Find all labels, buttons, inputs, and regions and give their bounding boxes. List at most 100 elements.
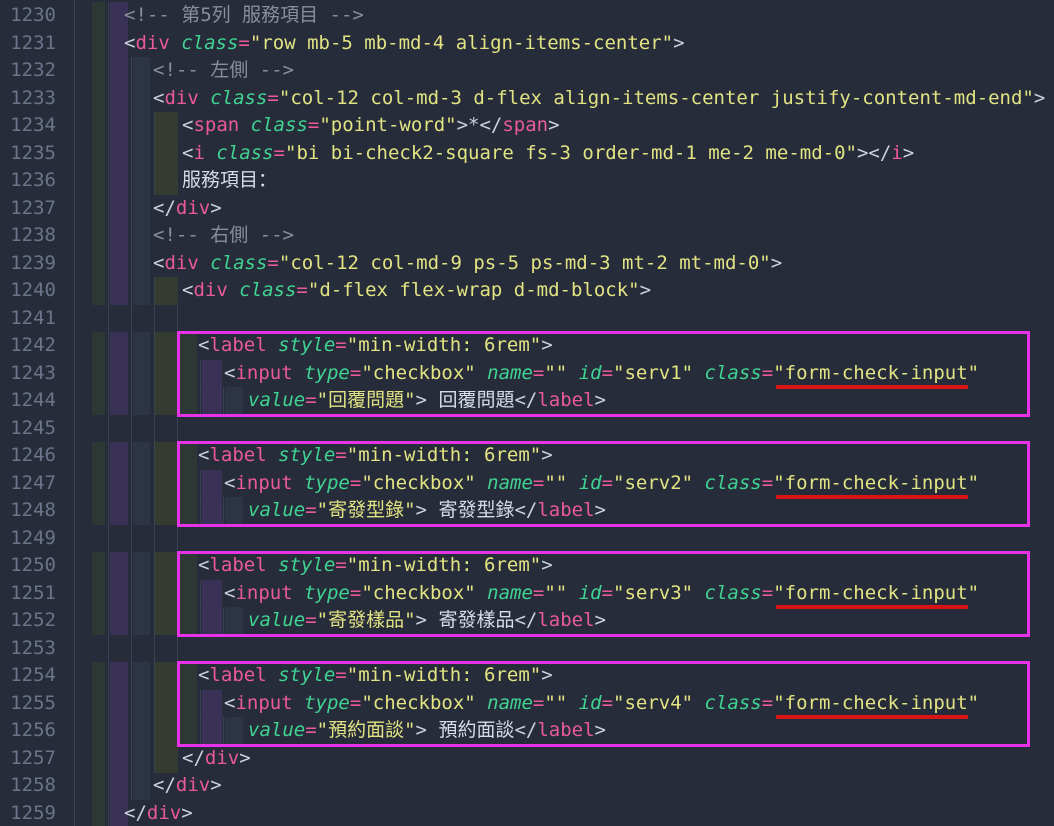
indent-rainbow-block xyxy=(110,470,128,498)
code-line[interactable]: 1258</div> xyxy=(0,772,1054,800)
token-tag: div xyxy=(135,32,169,54)
code-line[interactable]: 1235<i class="bi bi-check2-square fs-3 o… xyxy=(0,140,1054,168)
token-attribute: class xyxy=(228,279,297,301)
line-number[interactable]: 1242 xyxy=(0,332,56,360)
line-number[interactable]: 1259 xyxy=(0,800,56,826)
line-number[interactable]: 1258 xyxy=(0,772,56,800)
indent-rainbow-block xyxy=(92,277,105,305)
indent-rainbow-block xyxy=(110,745,128,773)
line-number[interactable]: 1257 xyxy=(0,745,56,773)
indent-rainbow-block xyxy=(155,360,178,388)
line-number[interactable]: 1252 xyxy=(0,607,56,635)
indent-rainbow-block xyxy=(155,140,178,168)
indent-guide-line xyxy=(131,305,132,333)
indent-rainbow-block xyxy=(133,250,150,278)
token-tag: div xyxy=(176,774,210,796)
code-line[interactable]: 1253 xyxy=(0,635,1054,663)
line-number[interactable]: 1249 xyxy=(0,525,56,553)
indent-rainbow-block xyxy=(110,195,128,223)
indent-rainbow-block xyxy=(110,552,128,580)
indent-guide-line xyxy=(131,662,132,690)
line-number[interactable]: 1251 xyxy=(0,580,56,608)
indent-rainbow-block xyxy=(110,112,128,140)
line-number[interactable]: 1240 xyxy=(0,277,56,305)
code-line[interactable]: 1231<div class="row mb-5 mb-md-4 align-i… xyxy=(0,30,1054,58)
line-number[interactable]: 1232 xyxy=(0,57,56,85)
line-number[interactable]: 1231 xyxy=(0,30,56,58)
indent-rainbow-block xyxy=(155,662,178,690)
code-line[interactable]: 1239<div class="col-12 col-md-9 ps-5 ps-… xyxy=(0,250,1054,278)
code-text: <!-- 右側 --> xyxy=(153,222,294,250)
indent-guide-line xyxy=(154,552,155,580)
code-text: <!-- 第5列 服務項目 --> xyxy=(124,2,364,30)
indent-rainbow-block xyxy=(155,167,178,195)
token-comment: <!-- 第5列 服務項目 --> xyxy=(124,4,364,26)
line-number[interactable]: 1230 xyxy=(0,2,56,30)
indent-guide-line xyxy=(154,717,155,745)
indent-guide-line xyxy=(108,57,109,85)
line-number[interactable]: 1243 xyxy=(0,360,56,388)
line-number[interactable]: 1254 xyxy=(0,662,56,690)
line-number[interactable]: 1250 xyxy=(0,552,56,580)
line-number[interactable]: 1255 xyxy=(0,690,56,718)
code-line[interactable]: 1233<div class="col-12 col-md-3 d-flex a… xyxy=(0,85,1054,113)
indent-rainbow-block xyxy=(133,662,150,690)
line-number[interactable]: 1236 xyxy=(0,167,56,195)
indent-rainbow-block xyxy=(133,497,150,525)
token-punctuation: < xyxy=(124,32,135,54)
token-tag: div xyxy=(205,747,239,769)
line-number[interactable]: 1241 xyxy=(0,305,56,333)
indent-rainbow-block xyxy=(92,470,105,498)
code-line[interactable]: 1245 xyxy=(0,415,1054,443)
indent-guide-line xyxy=(108,195,109,223)
indent-guide-line xyxy=(108,580,109,608)
token-tag: = xyxy=(308,114,319,136)
line-number[interactable]: 1238 xyxy=(0,222,56,250)
line-number[interactable]: 1235 xyxy=(0,140,56,168)
code-line[interactable]: 1234<span class="point-word">*</span> xyxy=(0,112,1054,140)
line-number[interactable]: 1239 xyxy=(0,250,56,278)
code-line[interactable]: 1238 <!-- 右側 --> xyxy=(0,222,1054,250)
indent-guide-line xyxy=(177,525,178,553)
indent-rainbow-block xyxy=(155,277,178,305)
indent-rainbow-block xyxy=(133,470,150,498)
code-line[interactable]: 1240<div class="d-flex flex-wrap d-md-bl… xyxy=(0,277,1054,305)
line-number[interactable]: 1256 xyxy=(0,717,56,745)
code-line[interactable]: 1259 </div> xyxy=(0,800,1054,826)
indent-rainbow-block xyxy=(155,552,178,580)
code-line[interactable]: 1236服務項目： xyxy=(0,167,1054,195)
line-number[interactable]: 1247 xyxy=(0,470,56,498)
indent-rainbow-block xyxy=(110,85,128,113)
line-number[interactable]: 1248 xyxy=(0,497,56,525)
indent-guide-line xyxy=(131,552,132,580)
indent-rainbow-block xyxy=(133,277,150,305)
token-punctuation: < xyxy=(153,87,164,109)
token-punctuation: < xyxy=(182,279,193,301)
line-number[interactable]: 1234 xyxy=(0,112,56,140)
code-line[interactable]: 1230 <!-- 第5列 服務項目 --> xyxy=(0,2,1054,30)
line-number[interactable]: 1246 xyxy=(0,442,56,470)
line-number[interactable]: 1253 xyxy=(0,635,56,663)
code-text: </div> xyxy=(124,800,193,826)
code-line[interactable]: 1237</div> xyxy=(0,195,1054,223)
indent-rainbow-block xyxy=(92,167,105,195)
code-line[interactable]: 1257</div> xyxy=(0,745,1054,773)
token-punctuation: > xyxy=(640,279,651,301)
indent-rainbow-block xyxy=(133,772,150,800)
token-attribute: class xyxy=(205,142,274,164)
line-number[interactable]: 1237 xyxy=(0,195,56,223)
indent-guide-line xyxy=(131,415,132,443)
code-line[interactable]: 1241 xyxy=(0,305,1054,333)
token-tag: = xyxy=(267,252,278,274)
code-line[interactable]: 1249 xyxy=(0,525,1054,553)
indent-guide-line xyxy=(108,305,109,333)
indent-rainbow-block xyxy=(92,497,105,525)
indent-guide-line xyxy=(154,745,155,773)
indent-rainbow-block xyxy=(110,772,128,800)
line-number[interactable]: 1244 xyxy=(0,387,56,415)
code-line[interactable]: 1232<!-- 左側 --> xyxy=(0,57,1054,85)
line-number[interactable]: 1233 xyxy=(0,85,56,113)
line-number[interactable]: 1245 xyxy=(0,415,56,443)
indent-rainbow-block xyxy=(133,607,150,635)
annotation-highlight-box xyxy=(177,661,1030,747)
